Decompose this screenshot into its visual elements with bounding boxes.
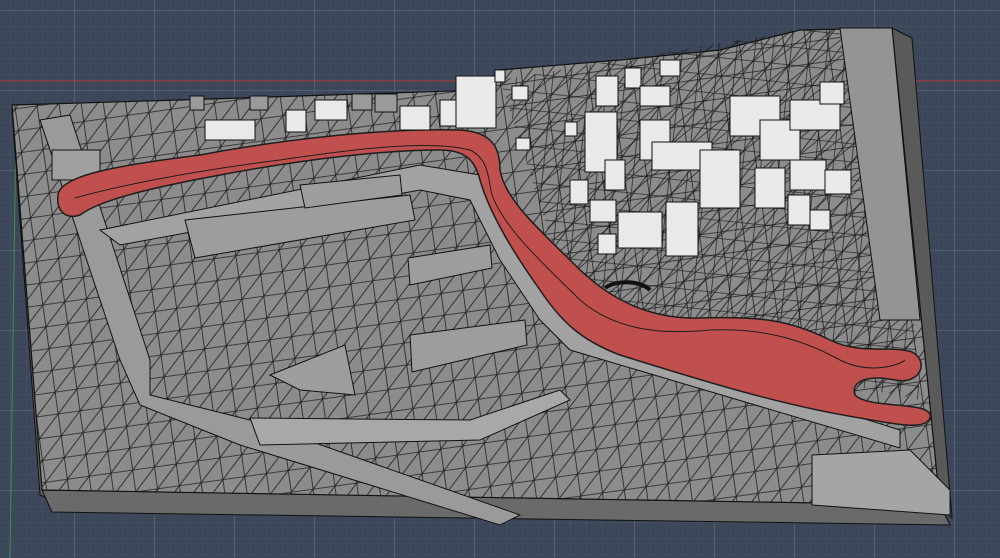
building bbox=[604, 159, 626, 191]
building bbox=[659, 59, 681, 77]
building bbox=[285, 109, 307, 133]
building bbox=[617, 211, 663, 249]
3d-viewport[interactable] bbox=[0, 0, 1000, 558]
building bbox=[809, 209, 831, 231]
building bbox=[515, 137, 531, 151]
building bbox=[639, 85, 671, 107]
building bbox=[597, 233, 617, 255]
building bbox=[589, 199, 617, 223]
building bbox=[595, 75, 619, 107]
building bbox=[314, 99, 348, 121]
building bbox=[789, 159, 827, 191]
building bbox=[399, 105, 431, 131]
building bbox=[204, 119, 256, 141]
building bbox=[564, 121, 578, 137]
building bbox=[189, 95, 205, 111]
building bbox=[494, 69, 506, 83]
building bbox=[374, 93, 398, 113]
building bbox=[819, 81, 845, 105]
building bbox=[824, 169, 852, 195]
terrain-model-scene bbox=[0, 27, 1000, 558]
building bbox=[699, 149, 741, 209]
building bbox=[351, 93, 373, 111]
building bbox=[787, 194, 811, 226]
building bbox=[624, 67, 642, 89]
building bbox=[754, 167, 786, 209]
y-axis-line bbox=[9, 119, 17, 558]
building bbox=[569, 179, 589, 205]
building bbox=[249, 95, 269, 111]
building bbox=[665, 201, 699, 257]
building bbox=[455, 75, 497, 129]
building bbox=[511, 85, 529, 101]
